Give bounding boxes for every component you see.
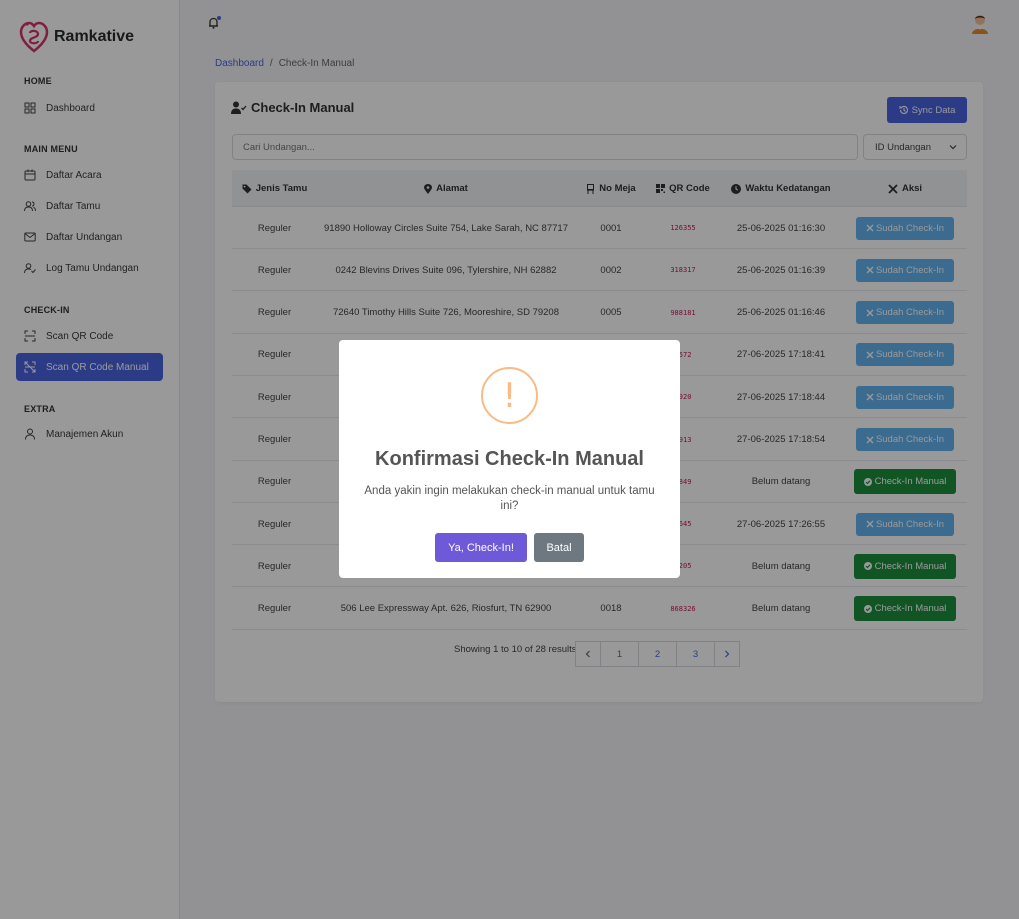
modal-title: Konfirmasi Check-In Manual xyxy=(375,448,644,470)
modal-text: Anda yakin ingin melakukan check-in manu… xyxy=(364,485,655,512)
confirm-check-in-button[interactable]: Ya, Check-In! xyxy=(435,533,527,562)
cancel-button[interactable]: Batal xyxy=(534,533,584,562)
warning-icon: ! xyxy=(481,367,538,424)
confirm-modal: ! Konfirmasi Check-In Manual Anda yakin … xyxy=(339,340,680,578)
